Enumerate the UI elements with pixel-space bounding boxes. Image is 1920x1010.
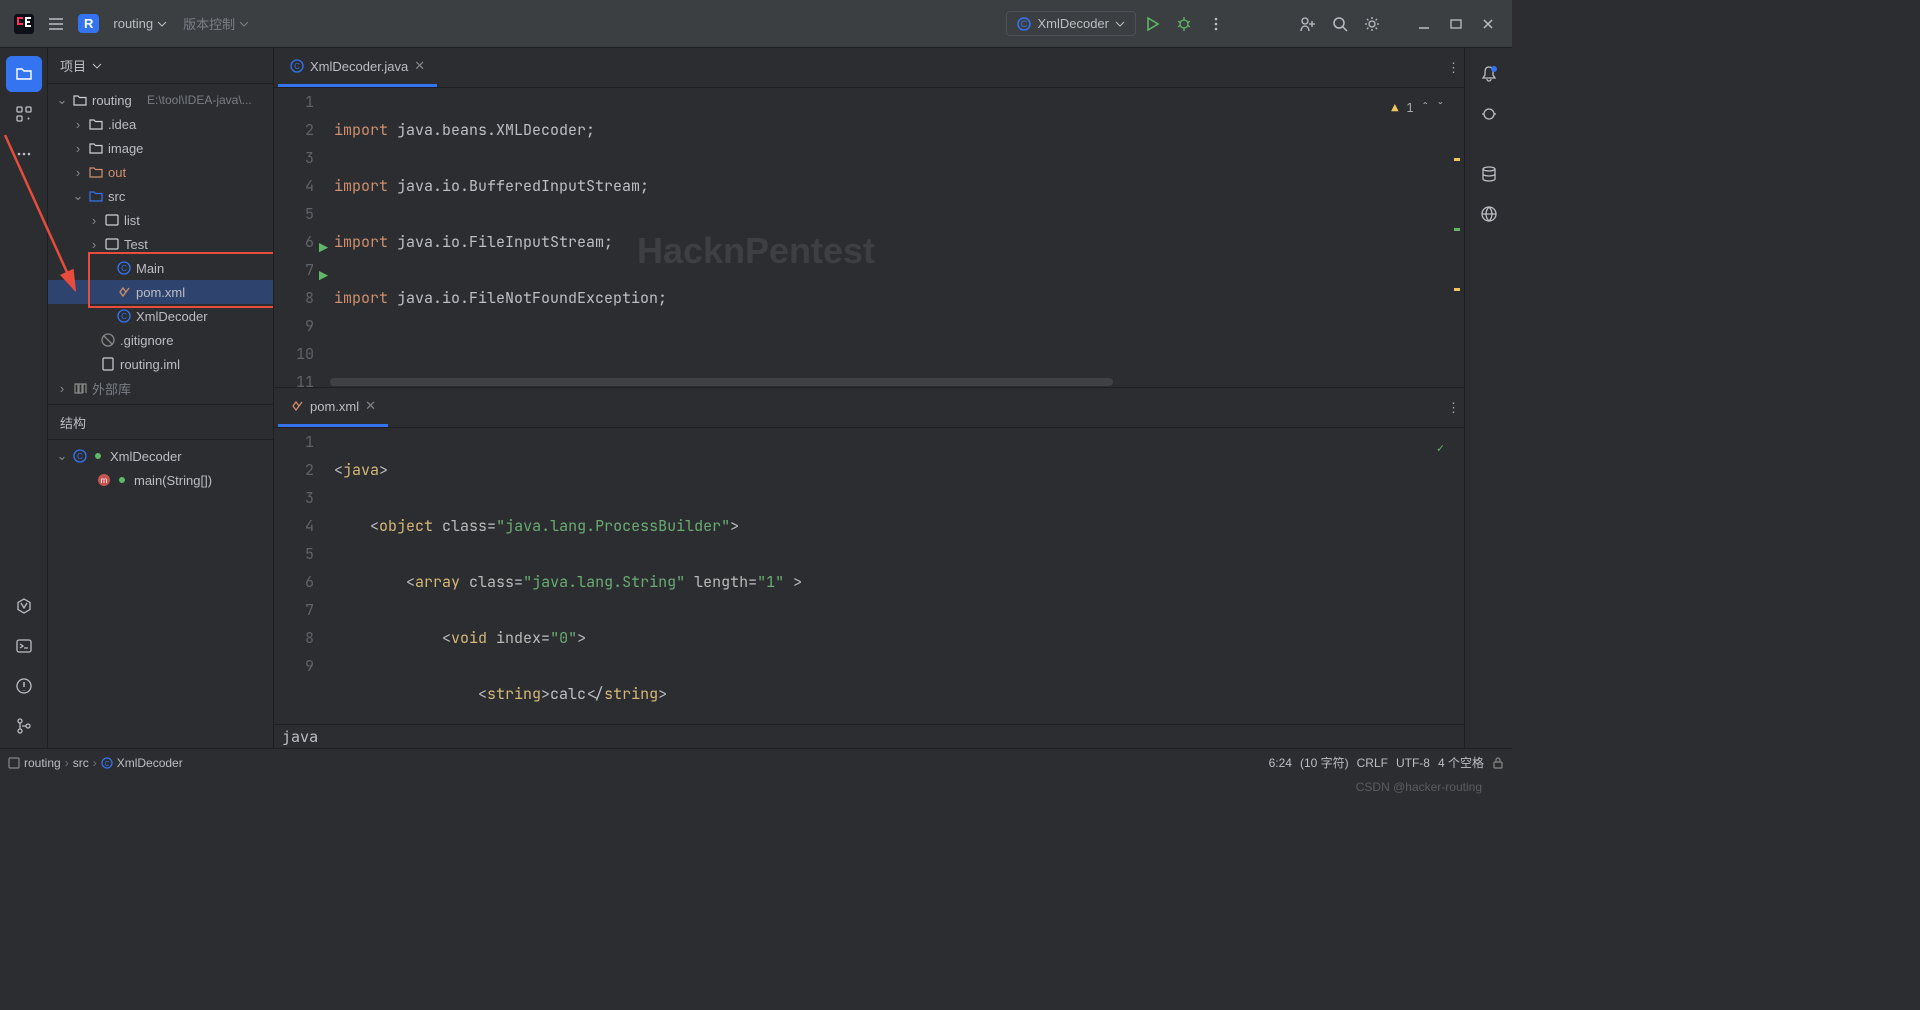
hamburger-icon[interactable]	[40, 8, 72, 40]
tree-main[interactable]: CMain	[48, 256, 273, 280]
xml-editor-pane: pom.xml ✕ ⋮ 12345 6789 <java> <object cl…	[274, 388, 1464, 748]
tree-idea[interactable]: ›.idea	[48, 112, 273, 136]
warning-icon: ▲	[1391, 94, 1398, 122]
module-icon	[8, 757, 20, 769]
tab-xmldecoder[interactable]: C XmlDecoder.java ✕	[278, 48, 437, 87]
more-actions-icon[interactable]	[1200, 8, 1232, 40]
tree-external-libs[interactable]: ›外部库	[48, 376, 273, 400]
svg-text:m: m	[101, 476, 108, 485]
notifications-icon[interactable]	[1471, 56, 1507, 92]
terminal-tool-icon[interactable]	[6, 628, 42, 664]
editor-more-icon[interactable]: ⋮	[1447, 400, 1460, 416]
structure-breadcrumb[interactable]: java	[274, 724, 1464, 748]
statusbar: routing› src› C XmlDecoder 6:24 (10 字符) …	[0, 748, 1512, 776]
services-tool-icon[interactable]	[6, 588, 42, 624]
window-maximize-icon[interactable]	[1440, 8, 1472, 40]
xml-icon	[290, 399, 304, 413]
titlebar: R routing 版本控制 C XmlDecoder	[0, 0, 1512, 48]
svg-text:C: C	[294, 62, 300, 71]
sidebar-header[interactable]: 项目	[48, 48, 273, 84]
structure-header[interactable]: 结构	[48, 404, 273, 440]
class-icon: C	[101, 757, 113, 769]
xml-code[interactable]: 12345 6789 <java> <object class="java.la…	[274, 428, 1464, 724]
tree-src[interactable]: ⌄src	[48, 184, 273, 208]
run-button[interactable]	[1136, 8, 1168, 40]
svg-text:C: C	[104, 761, 109, 768]
tab-pom[interactable]: pom.xml ✕	[278, 388, 388, 427]
right-tool-rail	[1464, 48, 1512, 748]
problems-tool-icon[interactable]	[6, 668, 42, 704]
struct-class[interactable]: ⌄CXmlDecoder	[48, 444, 273, 468]
tree-out[interactable]: ›out	[48, 160, 273, 184]
encoding[interactable]: UTF-8	[1396, 756, 1430, 770]
lock-icon[interactable]	[1492, 757, 1504, 769]
project-dropdown[interactable]: routing	[105, 12, 175, 35]
project-tool-icon[interactable]	[6, 56, 42, 92]
tree-test[interactable]: ›Test	[48, 232, 273, 256]
line-ending[interactable]: CRLF	[1357, 756, 1388, 770]
search-icon[interactable]	[1324, 8, 1356, 40]
window-close-icon[interactable]	[1472, 8, 1504, 40]
prev-highlight-icon[interactable]: ˆ	[1422, 94, 1429, 122]
inspection-ok[interactable]: ✓	[1437, 434, 1444, 462]
window-minimize-icon[interactable]	[1408, 8, 1440, 40]
tab-label: XmlDecoder.java	[310, 59, 408, 74]
editor-tabs-bottom: pom.xml ✕ ⋮	[274, 388, 1464, 428]
project-sidebar: 项目 ⌄routing E:\tool\IDEA-java\... ›.idea…	[48, 48, 274, 748]
sidebar-title: 项目	[60, 56, 86, 75]
tree-pom[interactable]: pom.xml	[48, 280, 273, 304]
java-editor-pane: C XmlDecoder.java ✕ ⋮ 12345 6▶ 7▶ 891011…	[274, 48, 1464, 388]
check-icon: ✓	[1437, 434, 1444, 462]
next-highlight-icon[interactable]: ˇ	[1437, 94, 1444, 122]
project-tree[interactable]: ⌄routing E:\tool\IDEA-java\... ›.idea ›i…	[48, 84, 273, 404]
settings-icon[interactable]	[1356, 8, 1388, 40]
svg-text:C: C	[121, 264, 127, 273]
inspection-widget[interactable]: ▲1 ˆ ˇ	[1391, 94, 1444, 122]
structure-tool-icon[interactable]	[6, 96, 42, 132]
database-tool-icon[interactable]	[1471, 156, 1507, 192]
tab-label: pom.xml	[310, 399, 359, 414]
tree-iml[interactable]: routing.iml	[48, 352, 273, 376]
indent[interactable]: 4 个空格	[1438, 754, 1484, 771]
csdn-watermark: CSDN @hacker-routing	[1356, 780, 1482, 794]
tree-list[interactable]: ›list	[48, 208, 273, 232]
close-icon[interactable]: ✕	[365, 398, 376, 414]
marker-bar[interactable]	[1452, 88, 1462, 387]
java-code[interactable]: 12345 6▶ 7▶ 89101112 import java.beans.X…	[274, 88, 1464, 387]
git-tool-icon[interactable]	[6, 708, 42, 744]
ai-assistant-icon[interactable]	[1471, 96, 1507, 132]
tree-image[interactable]: ›image	[48, 136, 273, 160]
more-tool-icon[interactable]	[6, 136, 42, 172]
code-with-me-icon[interactable]	[1292, 8, 1324, 40]
vcs-dropdown[interactable]: 版本控制	[175, 10, 257, 37]
breadcrumb[interactable]: routing› src› C XmlDecoder	[8, 756, 183, 770]
project-chip: R	[78, 14, 99, 33]
tree-xmldecoder[interactable]: CXmlDecoder	[48, 304, 273, 328]
app-icon[interactable]	[8, 8, 40, 40]
class-icon: C	[290, 59, 304, 73]
char-count: (10 字符)	[1300, 754, 1349, 771]
left-tool-rail	[0, 48, 48, 748]
tree-root[interactable]: ⌄routing E:\tool\IDEA-java\...	[48, 88, 273, 112]
run-config-selector[interactable]: C XmlDecoder	[1006, 11, 1136, 36]
caret-position[interactable]: 6:24	[1269, 756, 1292, 770]
debug-button[interactable]	[1168, 8, 1200, 40]
svg-text:C: C	[121, 312, 127, 321]
web-tool-icon[interactable]	[1471, 196, 1507, 232]
tree-gitignore[interactable]: .gitignore	[48, 328, 273, 352]
svg-text:C: C	[77, 452, 83, 461]
editor-area: C XmlDecoder.java ✕ ⋮ 12345 6▶ 7▶ 891011…	[274, 48, 1464, 748]
chevron-down-icon	[92, 61, 102, 71]
svg-text:C: C	[1021, 19, 1028, 29]
editor-tabs-top: C XmlDecoder.java ✕ ⋮	[274, 48, 1464, 88]
hscroll[interactable]	[330, 377, 1448, 387]
close-icon[interactable]: ✕	[414, 58, 425, 74]
editor-more-icon[interactable]: ⋮	[1447, 60, 1460, 76]
structure-tree[interactable]: ⌄CXmlDecoder mmain(String[])	[48, 440, 273, 496]
struct-main[interactable]: mmain(String[])	[48, 468, 273, 492]
